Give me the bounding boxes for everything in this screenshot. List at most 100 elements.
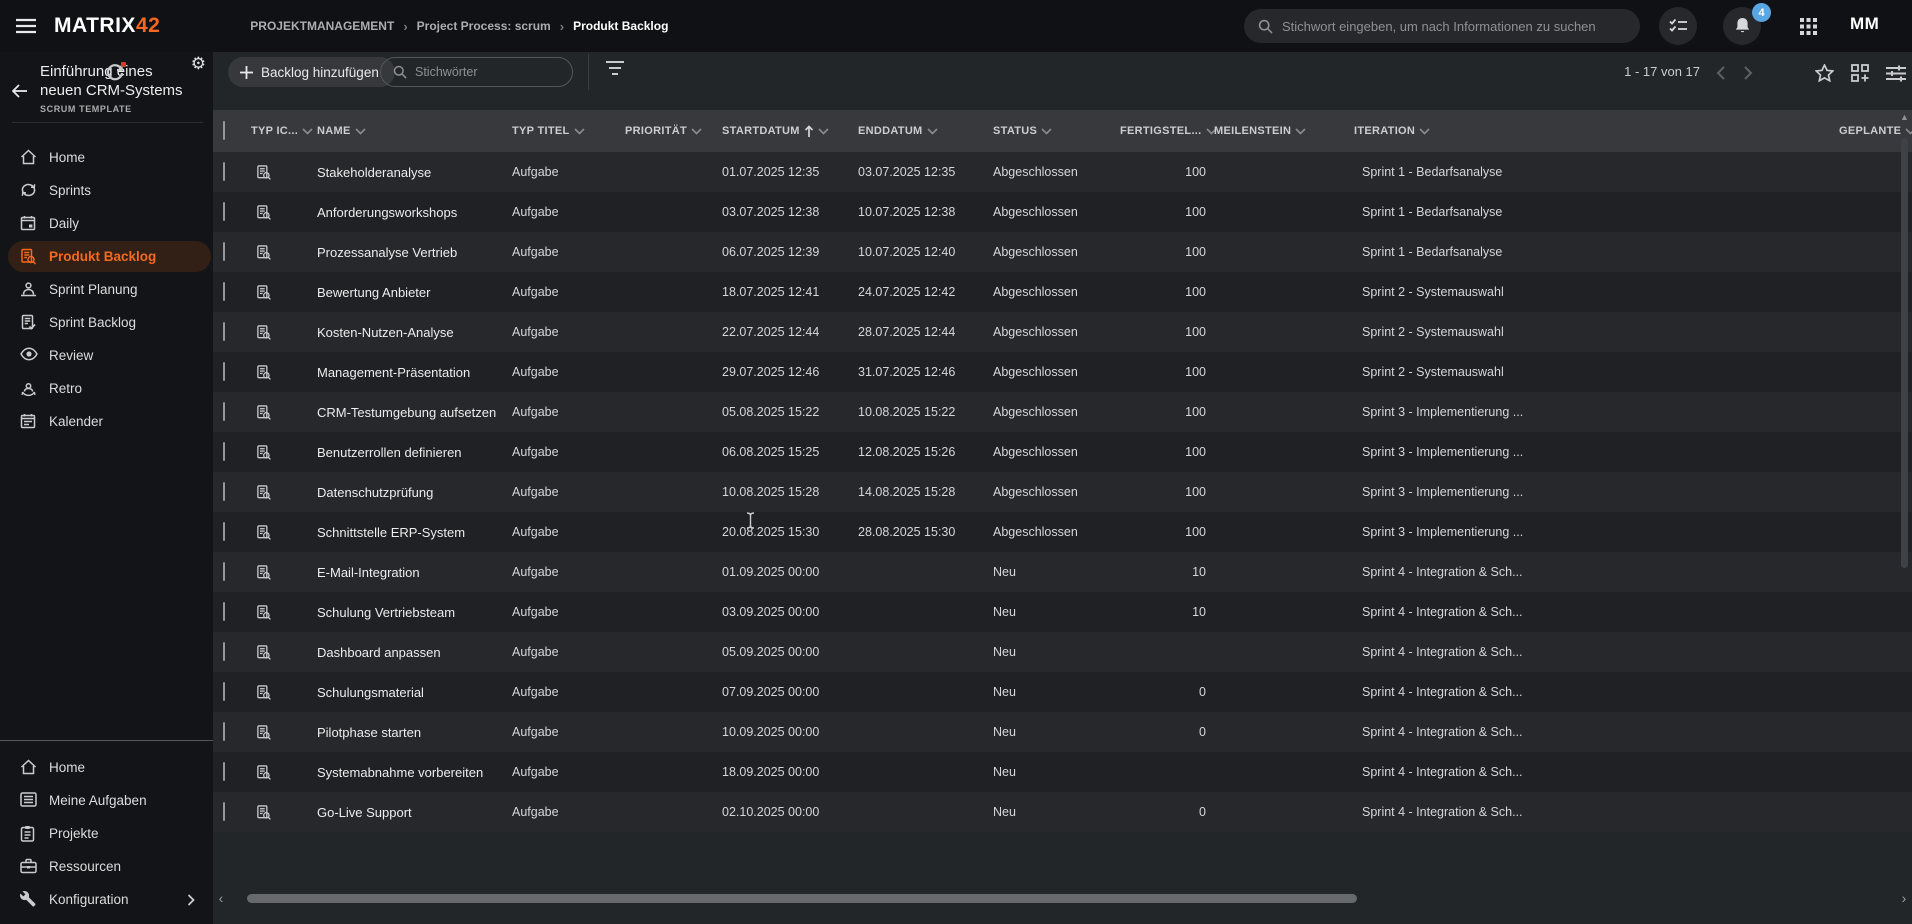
table-row[interactable]: Schnittstelle ERP-SystemAufgabe20.08.202… — [213, 512, 1912, 552]
horizontal-scrollbar[interactable]: ‹ › — [213, 890, 1912, 906]
page-prev-button[interactable] — [1706, 59, 1734, 87]
select-all-checkbox[interactable] — [223, 121, 225, 140]
table-row[interactable]: Benutzerrollen definierenAufgabe06.08.20… — [213, 432, 1912, 472]
sidebar-item-sprint-backlog[interactable]: Sprint Backlog — [0, 306, 213, 339]
cell-name[interactable]: Pilotphase starten — [317, 725, 512, 740]
cell-name[interactable]: Kosten-Nutzen-Analyse — [317, 325, 512, 340]
column-header-startdatum[interactable]: STARTDATUM — [722, 125, 858, 138]
chevron-down-icon[interactable] — [1041, 128, 1052, 135]
row-checkbox[interactable] — [223, 442, 225, 461]
table-row[interactable]: Bewertung AnbieterAufgabe18.07.2025 12:4… — [213, 272, 1912, 312]
table-row[interactable]: Dashboard anpassenAufgabe05.09.2025 00:0… — [213, 632, 1912, 672]
cell-name[interactable]: Schulung Vertriebsteam — [317, 605, 512, 620]
scroll-right-icon[interactable]: › — [1896, 890, 1912, 906]
row-checkbox[interactable] — [223, 162, 225, 181]
chevron-down-icon[interactable] — [1419, 128, 1430, 135]
row-checkbox[interactable] — [223, 202, 225, 221]
chevron-down-icon[interactable] — [691, 128, 702, 135]
table-row[interactable]: CRM-Testumgebung aufsetzenAufgabe05.08.2… — [213, 392, 1912, 432]
row-checkbox[interactable] — [223, 482, 225, 501]
vertical-scroll-thumb[interactable] — [1901, 138, 1908, 568]
sidebar-item-daily[interactable]: Daily — [0, 207, 213, 240]
keyword-filter-input[interactable] — [415, 65, 560, 79]
add-backlog-button[interactable]: Backlog hinzufügen — [228, 57, 395, 87]
column-header-typ_icon[interactable]: TYP IC... — [251, 125, 317, 137]
footer-item-konfiguration[interactable]: Konfiguration — [0, 883, 213, 916]
row-checkbox[interactable] — [223, 362, 225, 381]
scroll-up-icon[interactable]: ▲ — [1899, 112, 1910, 122]
horizontal-scroll-track[interactable] — [229, 893, 1896, 903]
filter-icon[interactable] — [605, 60, 625, 76]
row-checkbox[interactable] — [223, 682, 225, 701]
horizontal-scroll-thumb[interactable] — [247, 894, 1357, 903]
tasks-checklist-button[interactable] — [1659, 7, 1697, 45]
refresh-button[interactable] — [101, 59, 129, 87]
table-row[interactable]: Schulung VertriebsteamAufgabe03.09.2025 … — [213, 592, 1912, 632]
table-row[interactable]: StakeholderanalyseAufgabe01.07.2025 12:3… — [213, 152, 1912, 192]
hamburger-menu-icon[interactable] — [16, 18, 36, 34]
chevron-down-icon[interactable] — [818, 128, 829, 135]
row-checkbox[interactable] — [223, 602, 225, 621]
cell-name[interactable]: Prozessanalyse Vertrieb — [317, 245, 512, 260]
view-settings-button[interactable] — [1882, 59, 1910, 87]
row-checkbox[interactable] — [223, 722, 225, 741]
row-checkbox[interactable] — [223, 282, 225, 301]
table-row[interactable]: SchulungsmaterialAufgabe07.09.2025 00:00… — [213, 672, 1912, 712]
row-checkbox[interactable] — [223, 322, 225, 341]
column-header-typ_titel[interactable]: TYP TITEL — [512, 125, 625, 137]
table-row[interactable]: AnforderungsworkshopsAufgabe03.07.2025 1… — [213, 192, 1912, 232]
column-header-status[interactable]: STATUS — [993, 125, 1120, 137]
footer-item-projekte[interactable]: Projekte — [0, 817, 213, 850]
sidebar-item-home[interactable]: Home — [0, 141, 213, 174]
cell-name[interactable]: Dashboard anpassen — [317, 645, 512, 660]
scroll-left-icon[interactable]: ‹ — [213, 890, 229, 906]
footer-item-ressourcen[interactable]: Ressourcen — [0, 850, 213, 883]
chevron-down-icon[interactable] — [355, 128, 366, 135]
add-widget-button[interactable] — [1846, 59, 1874, 87]
table-row[interactable]: DatenschutzprüfungAufgabe10.08.2025 15:2… — [213, 472, 1912, 512]
chevron-down-icon[interactable] — [574, 128, 585, 135]
table-row[interactable]: Management-PräsentationAufgabe29.07.2025… — [213, 352, 1912, 392]
cell-name[interactable]: Datenschutzprüfung — [317, 485, 512, 500]
table-row[interactable]: Systemabnahme vorbereitenAufgabe18.09.20… — [213, 752, 1912, 792]
chevron-down-icon[interactable] — [927, 128, 938, 135]
breadcrumb-segment[interactable]: PROJEKTMANAGEMENT — [250, 19, 394, 33]
column-header-prioritaet[interactable]: PRIORITÄT — [625, 125, 722, 137]
table-row[interactable]: E-Mail-IntegrationAufgabe01.09.2025 00:0… — [213, 552, 1912, 592]
back-arrow-icon[interactable] — [12, 84, 28, 98]
row-checkbox[interactable] — [223, 242, 225, 261]
column-header-enddatum[interactable]: ENDDATUM — [858, 125, 993, 137]
column-header-name[interactable]: NAME — [317, 125, 512, 137]
table-row[interactable]: Pilotphase startenAufgabe10.09.2025 00:0… — [213, 712, 1912, 752]
favorite-star-button[interactable] — [1810, 59, 1838, 87]
cell-name[interactable]: Benutzerrollen definieren — [317, 445, 512, 460]
app-grid-button[interactable] — [1789, 7, 1827, 45]
breadcrumb-segment[interactable]: Project Process: scrum — [417, 19, 551, 33]
cell-name[interactable]: Anforderungsworkshops — [317, 205, 512, 220]
table-row[interactable]: Prozessanalyse VertriebAufgabe06.07.2025… — [213, 232, 1912, 272]
keyword-filter[interactable] — [380, 57, 573, 87]
cell-name[interactable]: Stakeholderanalyse — [317, 165, 512, 180]
row-checkbox[interactable] — [223, 402, 225, 421]
sidebar-item-sprints[interactable]: Sprints — [0, 174, 213, 207]
column-header-meilenstein[interactable]: MEILENSTEIN — [1206, 125, 1354, 137]
cell-name[interactable]: Go-Live Support — [317, 805, 512, 820]
cell-name[interactable]: Bewertung Anbieter — [317, 285, 512, 300]
user-avatar[interactable]: MM — [1850, 14, 1879, 34]
chevron-down-icon[interactable] — [302, 128, 313, 135]
column-header-iteration[interactable]: ITERATION — [1354, 125, 1839, 137]
cell-name[interactable]: Management-Präsentation — [317, 365, 512, 380]
row-checkbox[interactable] — [223, 762, 225, 781]
sidebar-item-kalender[interactable]: Kalender — [0, 405, 213, 438]
cell-name[interactable]: Schulungsmaterial — [317, 685, 512, 700]
sidebar-item-produkt-backlog[interactable]: Produkt Backlog — [0, 240, 213, 273]
row-checkbox[interactable] — [223, 802, 225, 821]
chevron-down-icon[interactable] — [1295, 128, 1306, 135]
sidebar-item-review[interactable]: Review — [0, 339, 213, 372]
cell-name[interactable]: CRM-Testumgebung aufsetzen — [317, 405, 512, 420]
page-next-button[interactable] — [1734, 59, 1762, 87]
cell-name[interactable]: Systemabnahme vorbereiten — [317, 765, 512, 780]
cell-name[interactable]: E-Mail-Integration — [317, 565, 512, 580]
row-checkbox[interactable] — [223, 642, 225, 661]
sidebar-item-retro[interactable]: Retro — [0, 372, 213, 405]
